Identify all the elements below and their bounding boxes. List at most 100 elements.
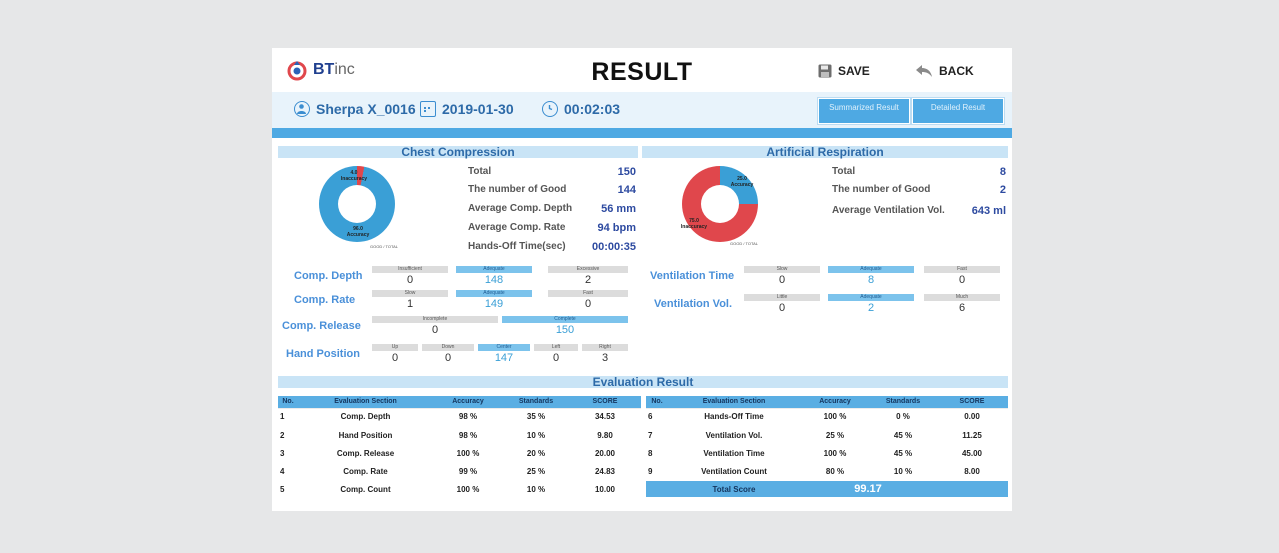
total-score-label: Total Score: [668, 480, 800, 499]
col-standards: Standards: [503, 396, 569, 408]
comp-depth-insufficient: Insufficient 0: [372, 266, 448, 290]
comp-depth-label: Comp. Depth: [294, 270, 363, 282]
back-button[interactable]: BACK: [915, 64, 974, 78]
cc-stat-label: Hands-Off Time(sec): [468, 241, 566, 252]
clock-icon: [542, 101, 558, 117]
comp-rate-adequate: Adequate 149: [456, 290, 532, 314]
cc-inaccuracy-label: 4.0 Inaccuracy: [340, 170, 368, 182]
ar-stat-value: 643 ml: [971, 205, 1006, 217]
result-screen: BTinc RESULT SAVE BACK Sherpa X_0016 201…: [272, 48, 1012, 511]
comp-rate-slow: Slow 1: [372, 290, 448, 314]
comp-rate-label: Comp. Rate: [294, 294, 356, 306]
ar-legend: GOOD / TOTAL: [730, 241, 759, 246]
comp-release-label: Comp. Release: [282, 320, 361, 332]
table-row: 1 Comp. Depth 98 % 35 % 34.53: [278, 407, 641, 427]
hand-position-right: Right 3: [582, 344, 628, 368]
session-time: 00:02:03: [564, 101, 621, 117]
bt-logo: BTinc: [286, 58, 355, 82]
cc-stat-label: The number of Good: [468, 184, 567, 195]
ventilation-time-fast: Fast 0: [924, 266, 1000, 290]
col-standards: Standards: [870, 396, 936, 408]
ar-stat-value: 2: [999, 184, 1006, 196]
page-title: RESULT: [591, 58, 693, 86]
tab-detailed-result[interactable]: Detailed Result: [912, 98, 1004, 124]
table-header-row: No. Evaluation Section Accuracy Standard…: [646, 396, 1008, 408]
cc-stat-label: Average Comp. Rate: [468, 222, 566, 233]
session-date: 2019-01-30: [442, 101, 514, 117]
ventilation-vol-little: Little 0: [744, 294, 820, 318]
user-icon: [294, 101, 310, 117]
col-accuracy: Accuracy: [433, 396, 503, 408]
comp-rate-fast: Fast 0: [548, 290, 628, 314]
cc-stat-value: 94 bpm: [597, 222, 636, 234]
comp-release-complete: Complete 150: [502, 316, 628, 340]
chest-compression-heading: Chest Compression: [278, 146, 638, 158]
ar-stat-value: 8: [999, 166, 1006, 178]
ventilation-vol-much: Much 6: [924, 294, 1000, 318]
table-header-row: No. Evaluation Section Accuracy Standard…: [278, 396, 641, 408]
hand-position-label: Hand Position: [286, 348, 360, 360]
ventilation-time-adequate: Adequate 8: [828, 266, 914, 290]
ar-stat-label: Average Ventilation Vol.: [832, 205, 945, 216]
floppy-disk-icon: [818, 64, 832, 78]
hand-position-center: Center 147: [478, 344, 530, 368]
logo-text: BTinc: [313, 61, 355, 78]
hand-position-up: Up 0: [372, 344, 418, 368]
col-accuracy: Accuracy: [800, 396, 870, 408]
save-button[interactable]: SAVE: [818, 64, 870, 78]
cc-stat-value: 00:00:35: [591, 241, 636, 253]
table-row: 3 Comp. Release 100 % 20 % 20.00: [278, 443, 641, 463]
bt-logo-icon: [287, 61, 307, 81]
ventilation-vol-adequate: Adequate 2: [828, 294, 914, 318]
back-arrow-icon: [916, 65, 932, 77]
col-score: SCORE: [936, 396, 1008, 408]
user-name: Sherpa X_0016: [316, 101, 416, 117]
table-row: 8 Ventilation Time 100 % 45 % 45.00: [646, 443, 1008, 463]
hand-position-down: Down 0: [422, 344, 474, 368]
calendar-icon: [420, 101, 436, 117]
cc-accuracy-label: 96.0 Accuracy: [346, 226, 370, 238]
cc-legend: GOOD / TOTAL: [370, 244, 399, 249]
total-score-value: 99.17: [800, 480, 936, 499]
total-score-row: Total Score 99.17: [646, 480, 1008, 499]
table-row: 9 Ventilation Count 80 % 10 % 8.00: [646, 461, 1008, 481]
col-section: Evaluation Section: [668, 396, 800, 408]
col-no: No.: [278, 396, 298, 408]
col-section: Evaluation Section: [298, 396, 433, 408]
table-row: 7 Ventilation Vol. 25 % 45 % 11.25: [646, 425, 1008, 445]
cc-stat-value: 144: [617, 184, 636, 196]
cc-stat-label: Average Comp. Depth: [468, 203, 573, 214]
artificial-respiration-heading: Artificial Respiration: [642, 146, 1008, 158]
top-bar: BTinc RESULT SAVE BACK: [272, 48, 1012, 92]
ar-accuracy-label: 25.0 Accuracy: [730, 176, 754, 188]
ar-inaccuracy-label: 75.0 Inaccuracy: [680, 218, 708, 230]
hand-position-left: Left 0: [534, 344, 578, 368]
ventilation-vol-label: Ventilation Vol.: [654, 298, 733, 310]
comp-depth-excessive: Excessive 2: [548, 266, 628, 290]
comp-depth-adequate: Adequate 148: [456, 266, 532, 290]
date-info: 2019-01-30: [420, 101, 514, 117]
ventilation-time-slow: Slow 0: [744, 266, 820, 290]
evaluation-table-left: No. Evaluation Section Accuracy Standard…: [278, 396, 641, 499]
save-label: SAVE: [838, 64, 870, 78]
col-no: No.: [646, 396, 668, 408]
table-row: 6 Hands-Off Time 100 % 0 % 0.00: [646, 407, 1008, 427]
col-score: SCORE: [569, 396, 641, 408]
comp-release-incomplete: Incomplete 0: [372, 316, 498, 340]
ventilation-time-label: Ventilation Time: [650, 270, 735, 282]
tab-summarized-result[interactable]: Summarized Result: [818, 98, 910, 124]
back-label: BACK: [939, 64, 974, 78]
session-info-bar: Sherpa X_0016 2019-01-30 00:02:03 Summar…: [272, 92, 1012, 128]
header-divider: [272, 128, 1012, 138]
cc-stat-value: 150: [617, 166, 636, 178]
cc-stat-label: Total: [468, 166, 492, 177]
user-info: Sherpa X_0016: [294, 101, 416, 117]
time-info: 00:02:03: [542, 101, 620, 117]
table-row: 2 Hand Position 98 % 10 % 9.80: [278, 425, 641, 445]
ar-stat-label: The number of Good: [832, 184, 931, 195]
evaluation-result-heading: Evaluation Result: [278, 376, 1008, 388]
table-row: 4 Comp. Rate 99 % 25 % 24.83: [278, 461, 641, 481]
ar-stat-label: Total: [832, 166, 856, 177]
cc-stat-value: 56 mm: [601, 203, 636, 215]
evaluation-table-right: No. Evaluation Section Accuracy Standard…: [646, 396, 1008, 499]
